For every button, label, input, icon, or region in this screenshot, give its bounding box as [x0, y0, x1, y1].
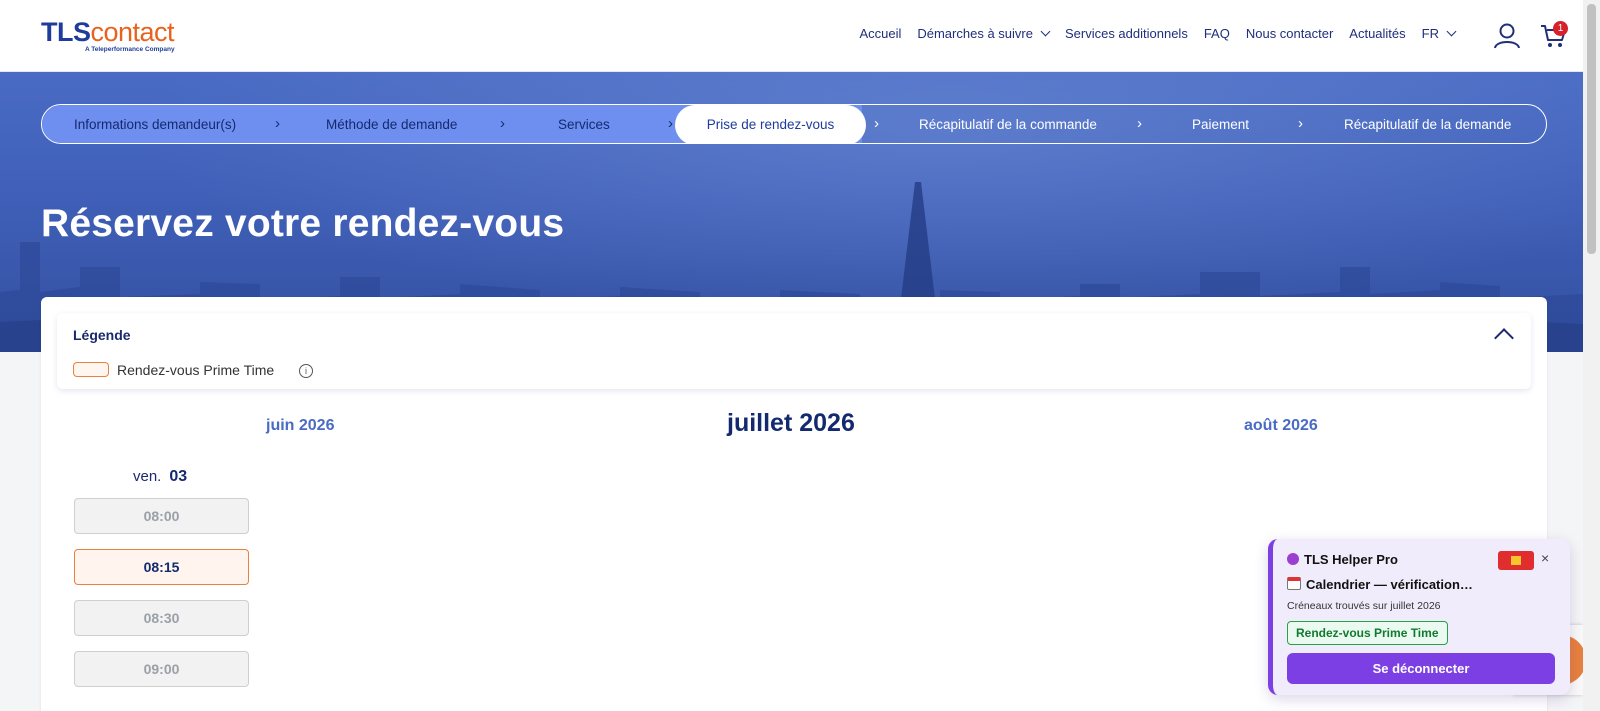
next-month-button[interactable]: août 2026: [1244, 417, 1318, 435]
main-nav: Accueil Démarches à suivre Services addi…: [859, 26, 1457, 41]
chevron-right-icon: ›: [668, 115, 673, 132]
cart-count-badge: 1: [1553, 21, 1568, 36]
prime-time-swatch: [73, 362, 109, 377]
step-recapitulatif-commande[interactable]: Récapitulatif de la commande: [919, 105, 1097, 143]
scrollbar-thumb[interactable]: [1587, 4, 1596, 254]
close-icon[interactable]: ×: [1541, 550, 1549, 566]
widget-status: Calendrier — vérification…: [1287, 577, 1473, 592]
chevron-down-icon: [1040, 26, 1051, 37]
chevron-right-icon: ›: [1298, 115, 1303, 132]
page-title: Réservez votre rendez-vous: [41, 202, 565, 245]
step-methode-de-demande[interactable]: Méthode de demande: [326, 105, 457, 143]
widget-note: Créneaux trouvés sur juillet 2026: [1287, 600, 1441, 612]
site-header: TLScontact A Teleperformance Company Acc…: [0, 0, 1583, 72]
current-month-label: juillet 2026: [727, 409, 855, 437]
legend-title: Légende: [73, 327, 131, 343]
prev-month-button[interactable]: juin 2026: [266, 417, 334, 435]
nav-actualites[interactable]: Actualités: [1349, 26, 1405, 41]
chevron-up-icon[interactable]: [1494, 328, 1514, 348]
widget-prime-time-badge: Rendez-vous Prime Time: [1287, 621, 1448, 645]
logo-tagline: A Teleperformance Company: [85, 46, 175, 53]
stop-icon[interactable]: [1498, 551, 1534, 570]
progress-stepper: Informations demandeur(s) › Méthode de d…: [41, 104, 1547, 144]
user-account-icon[interactable]: [1494, 23, 1520, 49]
time-slot: 09:00: [74, 651, 249, 687]
legend-prime-time-label: Rendez-vous Prime Time: [117, 362, 275, 378]
logout-button[interactable]: Se déconnecter: [1287, 653, 1555, 684]
chevron-right-icon: ›: [275, 115, 280, 132]
chevron-right-icon: ›: [500, 115, 505, 132]
info-icon[interactable]: i: [299, 364, 313, 378]
nav-services-additionnels[interactable]: Services additionnels: [1065, 26, 1188, 41]
chevron-down-icon: [1446, 26, 1457, 37]
legend-panel: Légende Rendez-vous Prime Time i: [57, 313, 1531, 389]
nav-accueil[interactable]: Accueil: [859, 26, 901, 41]
helper-widget: TLS Helper Pro × Calendrier — vérificati…: [1268, 539, 1570, 695]
nav-nous-contacter[interactable]: Nous contacter: [1246, 26, 1333, 41]
step-paiement[interactable]: Paiement: [1192, 105, 1249, 143]
time-slot: 08:00: [74, 498, 249, 534]
tlscontact-logo[interactable]: TLScontact A Teleperformance Company: [41, 18, 175, 53]
nav-demarches[interactable]: Démarches à suivre: [917, 26, 1051, 41]
step-prise-de-rendez-vous[interactable]: Prise de rendez-vous: [675, 105, 866, 143]
step-informations-demandeurs[interactable]: Informations demandeur(s): [74, 105, 236, 143]
calendar-icon: [1287, 577, 1301, 590]
purple-circle-icon: [1287, 553, 1299, 565]
chevron-right-icon: ›: [874, 115, 879, 132]
day-header: ven. 03: [133, 468, 188, 485]
step-recapitulatif-demande[interactable]: Récapitulatif de la demande: [1344, 105, 1511, 143]
time-slot-prime[interactable]: 08:15: [74, 549, 249, 585]
chevron-right-icon: ›: [1137, 115, 1142, 132]
widget-title: TLS Helper Pro: [1287, 552, 1398, 567]
nav-faq[interactable]: FAQ: [1204, 26, 1230, 41]
step-services[interactable]: Services: [558, 105, 610, 143]
language-selector[interactable]: FR: [1422, 26, 1457, 41]
time-slot: 08:30: [74, 600, 249, 636]
